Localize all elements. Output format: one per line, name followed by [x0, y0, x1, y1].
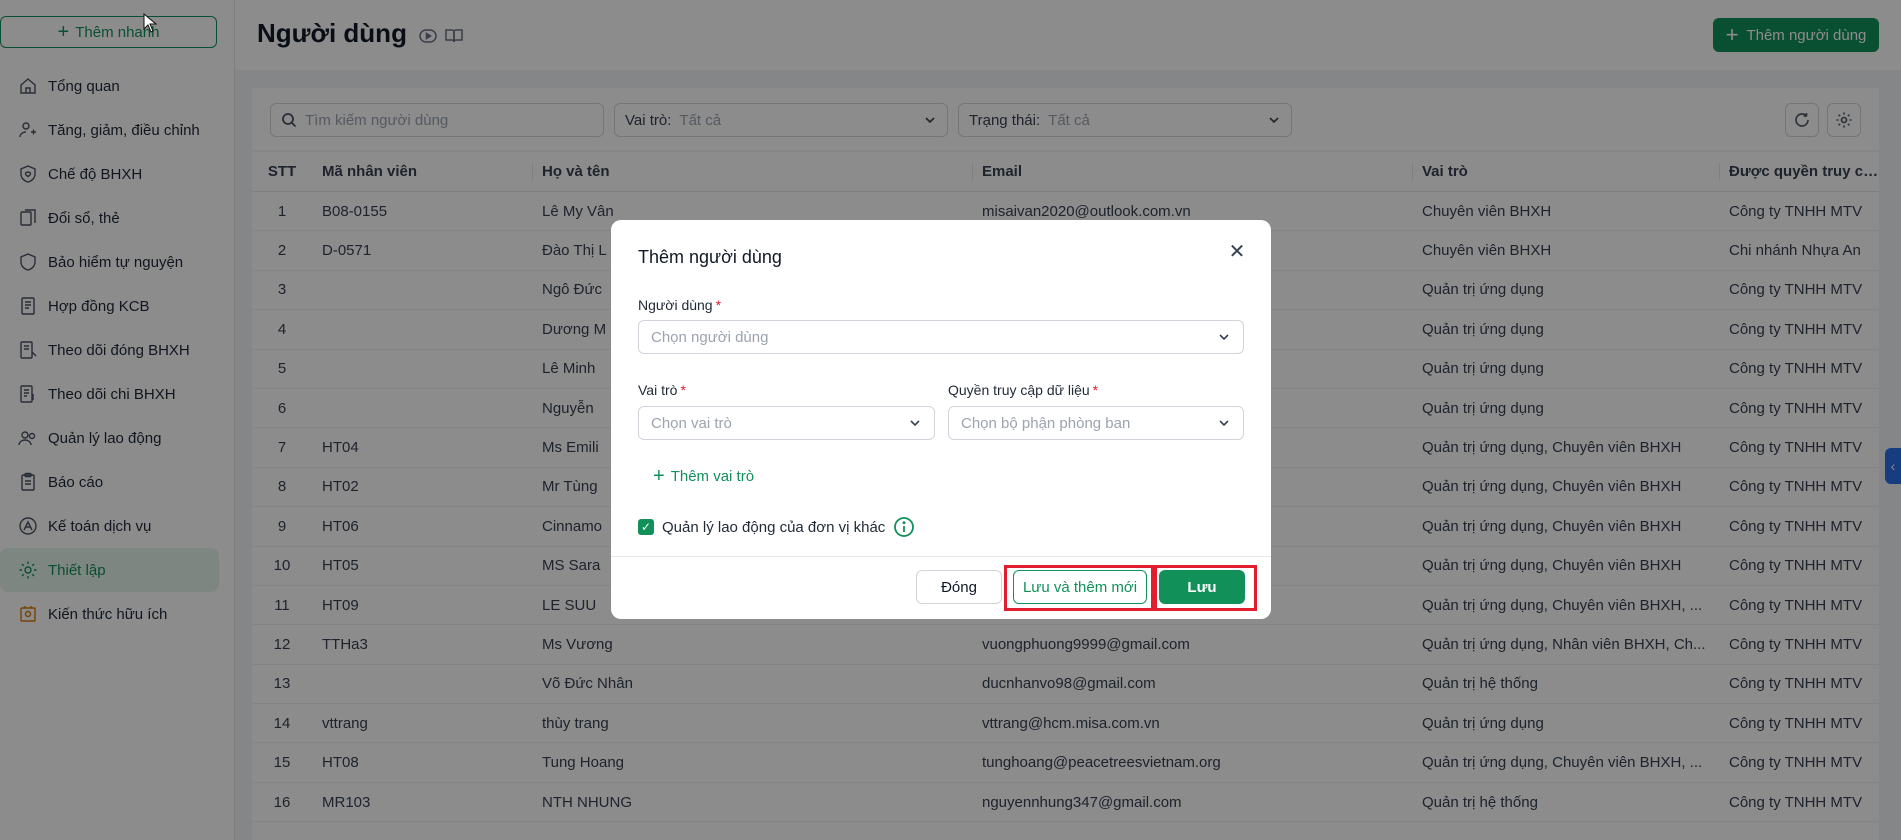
required-mark: *	[1092, 382, 1099, 398]
plus-icon: +	[653, 465, 665, 487]
access-select-placeholder: Chọn bộ phận phòng ban	[961, 414, 1131, 432]
role-field-label: Vai trò *	[638, 382, 686, 398]
required-mark: *	[715, 297, 722, 313]
dialog-footer-divider	[611, 556, 1271, 557]
role-select-placeholder: Chọn vai trò	[651, 414, 732, 432]
user-select-placeholder: Chọn người dùng	[651, 328, 769, 346]
add-user-dialog: Thêm người dùng ✕ Người dùng * Chọn người…	[611, 220, 1271, 619]
close-button[interactable]: Đóng	[916, 570, 1002, 604]
user-select[interactable]: Chọn người dùng	[638, 320, 1244, 354]
manage-other-unit-row: ✓ Quản lý lao động của đơn vị khác	[638, 516, 915, 538]
user-label-text: Người dùng	[638, 297, 713, 313]
chevron-down-icon	[1219, 334, 1229, 341]
chevron-down-icon	[1219, 420, 1229, 427]
access-field-label: Quyền truy cập dữ liệu *	[948, 382, 1098, 398]
save-button[interactable]: Lưu	[1159, 570, 1245, 604]
save-and-new-button[interactable]: Lưu và thêm mới	[1013, 570, 1147, 604]
user-field-label: Người dùng *	[638, 297, 721, 313]
close-icon[interactable]: ✕	[1227, 242, 1247, 262]
manage-other-unit-checkbox[interactable]: ✓	[638, 519, 654, 535]
role-select[interactable]: Chọn vai trò	[638, 406, 935, 440]
access-label-text: Quyền truy cập dữ liệu	[948, 382, 1090, 398]
info-icon[interactable]	[893, 516, 915, 538]
required-mark: *	[680, 382, 686, 398]
dialog-title: Thêm người dùng	[638, 247, 782, 267]
add-role-button[interactable]: + Thêm vai trò	[653, 466, 754, 486]
role-label-text: Vai trò	[638, 382, 678, 398]
add-role-label: Thêm vai trò	[670, 467, 755, 485]
access-select[interactable]: Chọn bộ phận phòng ban	[948, 406, 1244, 440]
chevron-down-icon	[910, 420, 920, 427]
manage-other-unit-label: Quản lý lao động của đơn vị khác	[662, 518, 886, 536]
mouse-cursor-icon	[143, 13, 157, 33]
